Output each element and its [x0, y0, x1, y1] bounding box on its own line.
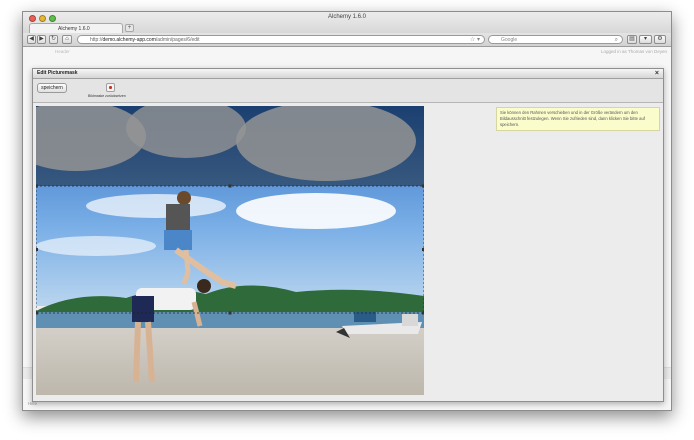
reset-mask-label: Bildmaske zurücksetzen — [88, 94, 126, 98]
back-button[interactable]: ◀ — [27, 35, 36, 44]
dialog-toolbar: speichern Bildmaske zurücksetzen — [33, 79, 663, 103]
resize-handle-top-right[interactable] — [422, 184, 424, 188]
resize-handle-right[interactable] — [422, 248, 424, 251]
search-bar[interactable]: Google ⌕ — [488, 35, 623, 44]
mask-overlay-top — [36, 106, 424, 186]
dialog-title-text: Edit Picturemask — [37, 70, 78, 76]
search-placeholder: Google — [501, 37, 518, 43]
new-tab-button[interactable]: + — [125, 24, 134, 32]
url-path: /admin/pages/6/edit — [155, 37, 200, 43]
dialog-title: Edit Picturemask × — [33, 69, 663, 79]
resize-handle-bottom[interactable] — [228, 311, 232, 315]
bookmark-star-icon[interactable]: ☆ ▾ — [470, 36, 480, 44]
page-content: Header Logged in as Thomas von Deyen Hil… — [23, 47, 671, 410]
logged-in-text: Logged in as Thomas von Deyen — [601, 49, 667, 54]
tab-alchemy[interactable]: Alchemy 1.6.0 — [29, 23, 123, 33]
tools-menu-button[interactable]: ⚙ — [654, 35, 666, 44]
reload-button[interactable]: ↻ — [49, 35, 58, 44]
url-prefix: http:// — [90, 37, 103, 43]
resize-handle-top-left[interactable] — [36, 184, 38, 188]
page-menu-button[interactable]: ▾ — [639, 35, 652, 44]
crop-image-area[interactable] — [36, 106, 424, 395]
browser-toolbar: ◀ ▶ ↻ ⌂ http://demo.alchemy-app.com/admi… — [23, 33, 671, 47]
forward-button[interactable]: ▶ — [37, 35, 46, 44]
background-header-label: Header — [55, 49, 70, 54]
instruction-box: Sie können den Rahmen verschieben und in… — [496, 107, 660, 131]
resize-handle-bottom-left[interactable] — [36, 311, 38, 315]
picturemask-dialog: Edit Picturemask × speichern Bildmaske z… — [32, 68, 664, 402]
browser-window: Alchemy 1.6.0 Alchemy 1.6.0 + ◀ ▶ ↻ ⌂ ht… — [22, 11, 672, 411]
resize-handle-bottom-right[interactable] — [422, 311, 424, 315]
home-button[interactable]: ⌂ — [62, 35, 72, 44]
resize-handle-left[interactable] — [36, 248, 38, 251]
crop-image[interactable] — [36, 106, 424, 395]
search-icon: ⌕ — [614, 37, 618, 43]
save-button[interactable]: speichern — [37, 83, 67, 93]
bookmarks-button[interactable]: ▤ — [627, 35, 637, 44]
address-bar[interactable]: http://demo.alchemy-app.com/admin/pages/… — [77, 35, 485, 44]
close-icon[interactable]: × — [655, 69, 659, 78]
reset-mask-button[interactable] — [106, 83, 115, 92]
url-host: demo.alchemy-app.com — [102, 37, 156, 43]
resize-handle-top[interactable] — [228, 184, 232, 188]
window-title: Alchemy 1.6.0 — [327, 14, 367, 20]
